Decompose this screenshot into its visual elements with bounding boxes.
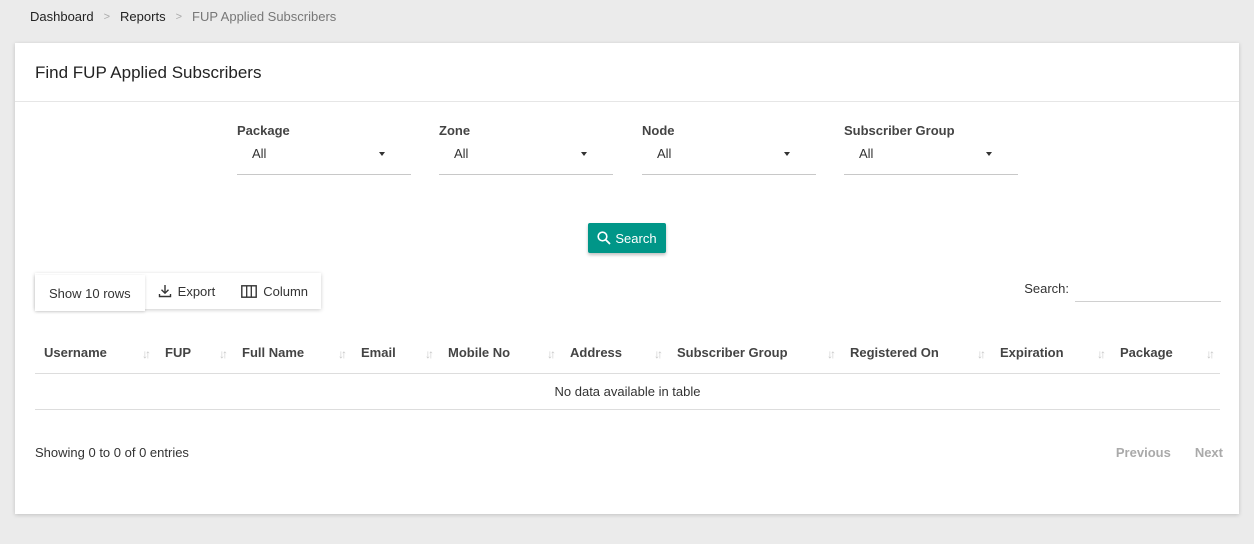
column-header-label: Subscriber Group [677, 345, 788, 361]
breadcrumb: Dashboard > Reports > FUP Applied Subscr… [30, 9, 336, 24]
subscribers-table: Username ↓↑ FUP ↓↑ Full Name ↓↑ Email ↓↑ Mob… [35, 333, 1220, 410]
columns-icon [241, 284, 258, 298]
breadcrumb-separator: > [103, 10, 111, 23]
column-header-label: Full Name [242, 345, 305, 361]
table-row: No data available in table [35, 373, 1220, 410]
column-header-label: Address [570, 345, 623, 361]
sort-icon: ↓↑ [547, 347, 556, 361]
sort-icon: ↓↑ [977, 347, 986, 361]
export-label: Export [177, 283, 216, 299]
column-header-subscriber-group[interactable]: Subscriber Group ↓↑ [668, 333, 841, 374]
filter-subscriber-group: Subscriber Group All [844, 123, 1018, 175]
select-value: All [252, 146, 267, 161]
next-button[interactable]: Next [1195, 445, 1223, 460]
search-button-label: Search [615, 230, 657, 246]
table-info: Showing 0 to 0 of 0 entries [35, 445, 189, 460]
filter-label: Subscriber Group [844, 123, 955, 138]
sort-icon: ↓↑ [425, 347, 434, 361]
table-header-row: Username ↓↑ FUP ↓↑ Full Name ↓↑ Email ↓↑ Mob… [35, 333, 1220, 374]
caret-down-icon [581, 152, 587, 156]
table-search-input[interactable] [1075, 275, 1221, 302]
breadcrumb-dashboard[interactable]: Dashboard [30, 9, 94, 24]
page-title: Find FUP Applied Subscribers [35, 63, 262, 82]
package-select[interactable]: All [237, 146, 411, 175]
column-header-registered-on[interactable]: Registered On ↓↑ [841, 333, 991, 374]
breadcrumb-current: FUP Applied Subscribers [192, 9, 337, 24]
column-header-label: Username [44, 345, 107, 361]
sort-icon: ↓↑ [1097, 347, 1106, 361]
filter-label: Package [237, 123, 290, 138]
export-button[interactable]: Export [145, 273, 229, 309]
subscriber-group-select[interactable]: All [844, 146, 1018, 175]
column-header-username[interactable]: Username ↓↑ [35, 333, 156, 374]
select-value: All [859, 146, 874, 161]
previous-button[interactable]: Previous [1116, 445, 1171, 460]
show-rows-label: Show 10 rows [49, 285, 131, 301]
select-value: All [454, 146, 469, 161]
column-header-label: Registered On [850, 345, 939, 361]
column-header-expiration[interactable]: Expiration ↓↑ [991, 333, 1111, 374]
sort-icon: ↓↑ [142, 347, 151, 361]
filter-zone: Zone All [439, 123, 613, 175]
filter-label: Zone [439, 123, 471, 138]
search-button[interactable]: Search [588, 223, 666, 253]
filter-package: Package All [237, 123, 411, 175]
column-header-fup[interactable]: FUP ↓↑ [156, 333, 233, 374]
column-header-label: Email [361, 345, 396, 361]
filter-node: Node All [642, 123, 816, 175]
column-header-label: Package [1120, 345, 1173, 361]
column-header-label: Expiration [1000, 345, 1064, 361]
search-icon [597, 231, 612, 245]
caret-down-icon [379, 152, 385, 156]
table-search: Search: [1024, 275, 1221, 302]
column-header-full-name[interactable]: Full Name ↓↑ [233, 333, 352, 374]
column-header-label: Mobile No [448, 345, 511, 361]
breadcrumb-separator: > [175, 10, 183, 23]
column-label: Column [263, 283, 309, 299]
report-card: Find FUP Applied Subscribers Package All… [15, 43, 1239, 514]
caret-down-icon [784, 152, 790, 156]
sort-icon: ↓↑ [219, 347, 228, 361]
column-header-mobile-no[interactable]: Mobile No ↓↑ [439, 333, 561, 374]
column-header-package[interactable]: Package ↓↑ [1111, 333, 1220, 374]
column-button[interactable]: Column [228, 273, 321, 309]
column-header-address[interactable]: Address ↓↑ [561, 333, 668, 374]
sort-icon: ↓↑ [338, 347, 347, 361]
table-search-label: Search: [1024, 281, 1069, 296]
caret-down-icon [986, 152, 992, 156]
sort-icon: ↓↑ [827, 347, 836, 361]
empty-table-message: No data available in table [35, 373, 1220, 410]
show-rows-button[interactable]: Show 10 rows [35, 275, 145, 311]
select-value: All [657, 146, 672, 161]
column-header-email[interactable]: Email ↓↑ [352, 333, 439, 374]
card-header: Find FUP Applied Subscribers [15, 43, 1239, 102]
filter-label: Node [642, 123, 675, 138]
breadcrumb-reports[interactable]: Reports [120, 9, 166, 24]
zone-select[interactable]: All [439, 146, 613, 175]
pagination: Previous Next [1092, 445, 1223, 460]
table-toolbar: Show 10 rows Export Column [35, 273, 322, 311]
download-icon [158, 285, 171, 298]
node-select[interactable]: All [642, 146, 816, 175]
sort-icon: ↓↑ [1206, 347, 1215, 361]
column-header-label: FUP [165, 345, 191, 361]
sort-icon: ↓↑ [654, 347, 663, 361]
